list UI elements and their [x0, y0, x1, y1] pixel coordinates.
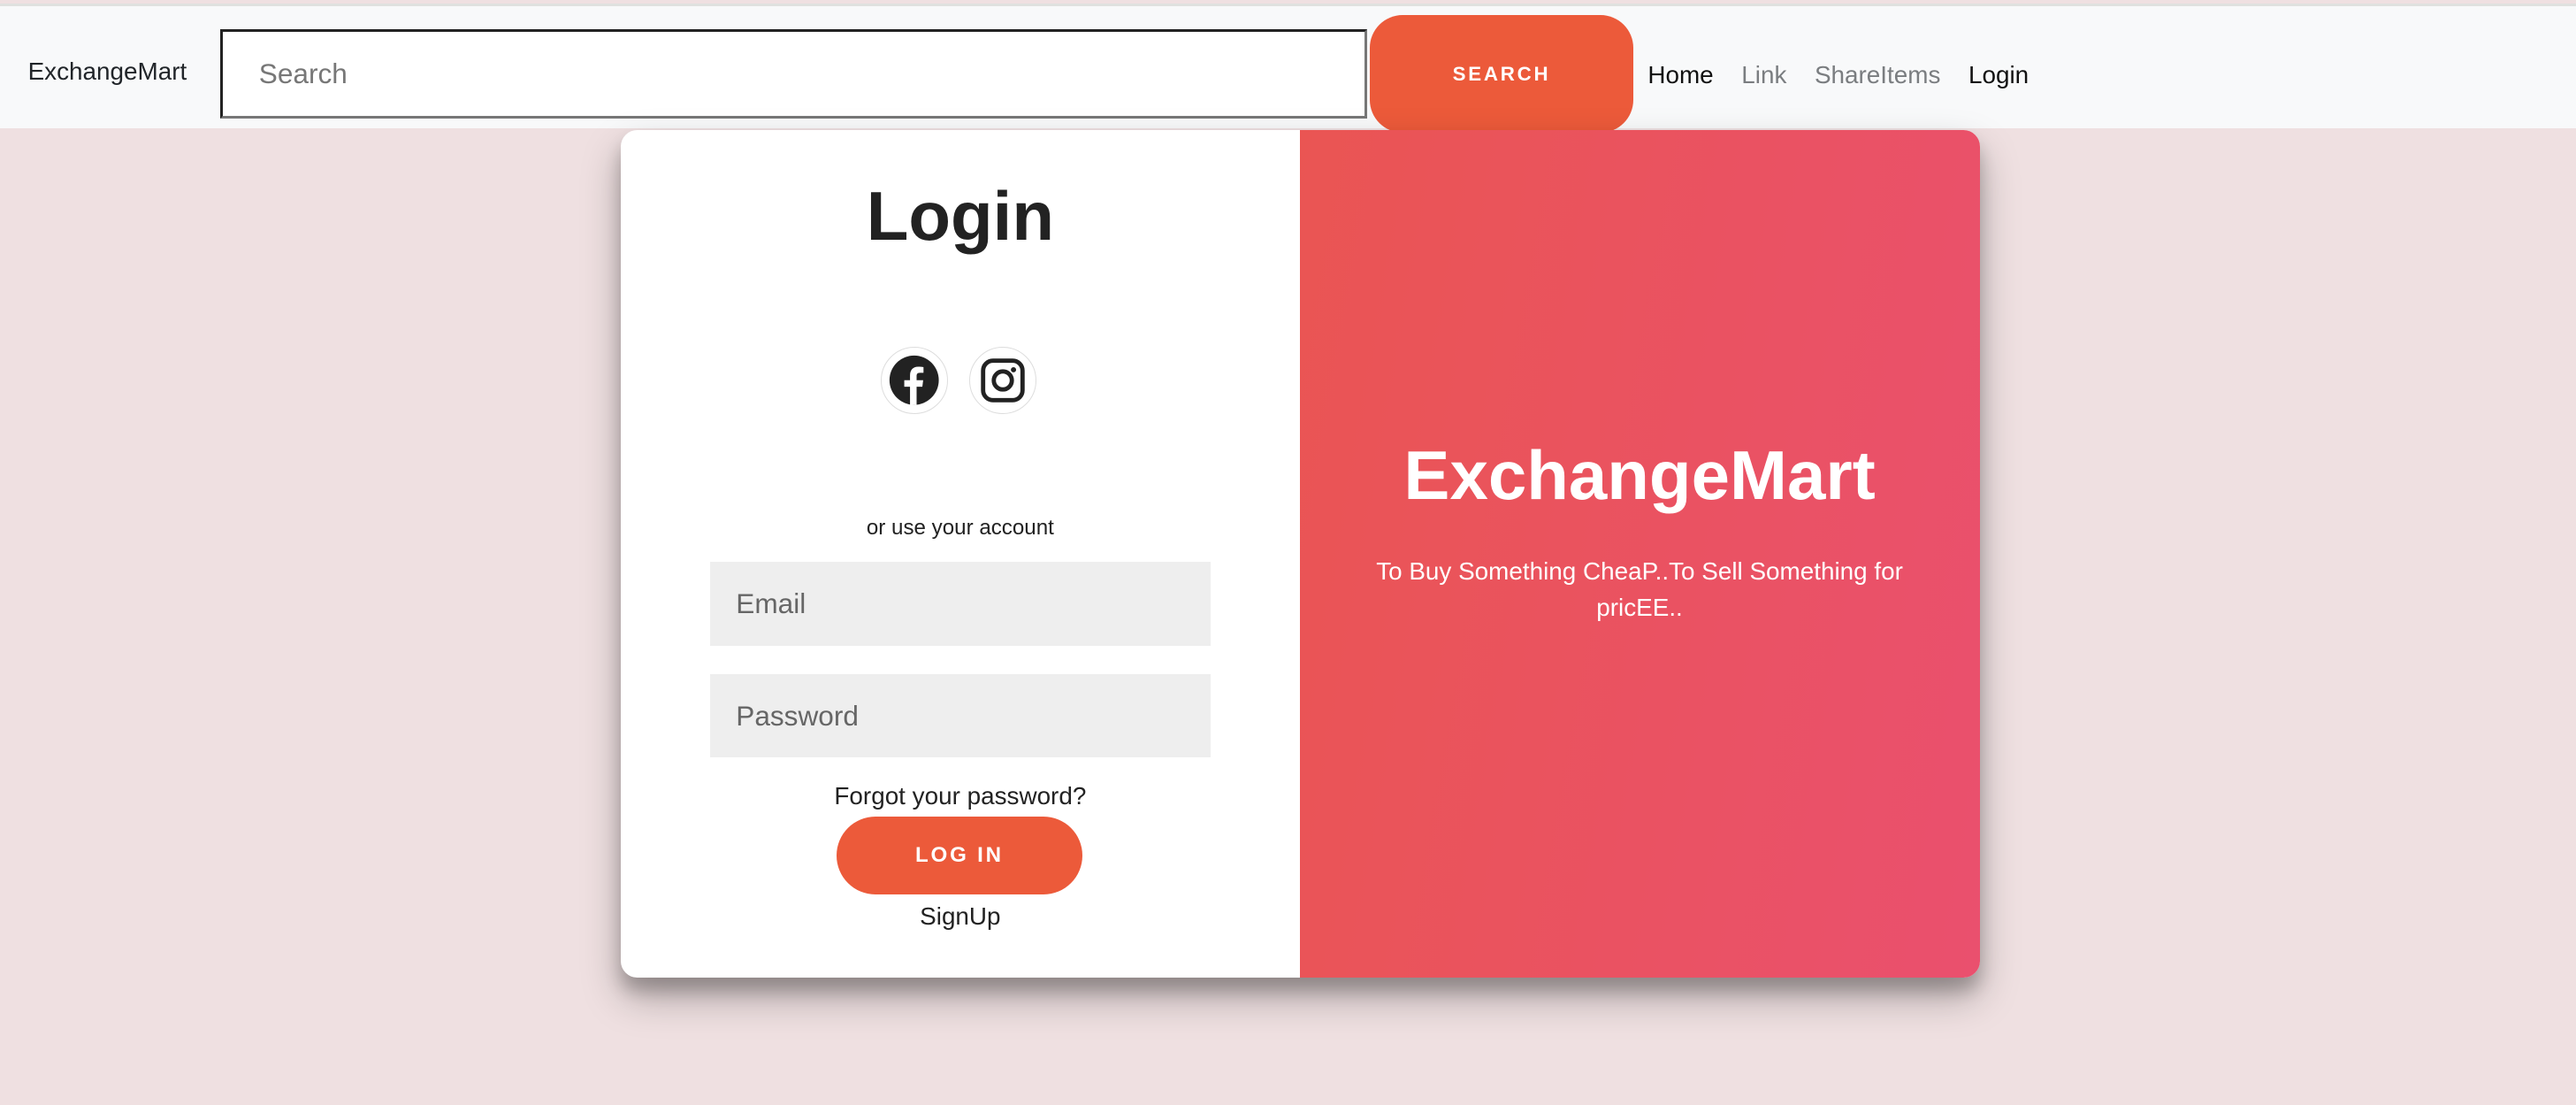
email-field[interactable]	[709, 562, 1212, 647]
alt-login-text: or use your account	[866, 516, 1054, 541]
nav-link-login[interactable]: Login	[1968, 61, 2029, 89]
promo-panel: ExchangeMart To Buy Something CheaP..To …	[1299, 129, 1980, 978]
promo-title: ExchangeMart	[1403, 436, 1876, 515]
password-field[interactable]	[709, 673, 1212, 758]
facebook-icon	[890, 356, 939, 405]
nav-link-shareitems[interactable]: ShareItems	[1815, 61, 1940, 89]
login-button[interactable]: LOG IN	[836, 817, 1083, 894]
signup-link[interactable]: SignUp	[621, 902, 1299, 931]
login-card: Login or use your account Forgot your pa…	[621, 129, 1980, 978]
instagram-button[interactable]	[969, 346, 1037, 415]
nav-link-home[interactable]: Home	[1647, 61, 1713, 89]
nav-link-link[interactable]: Link	[1741, 61, 1786, 89]
nav-links: Home Link ShareItems Login	[1647, 61, 2029, 89]
login-title: Login	[866, 176, 1055, 255]
login-form: Login or use your account Forgot your pa…	[621, 130, 1299, 978]
facebook-button[interactable]	[880, 346, 949, 415]
instagram-icon	[981, 358, 1025, 403]
navbar: ExchangeMart SEARCH Home Link ShareItems…	[0, 6, 2576, 134]
search-input[interactable]	[219, 29, 1368, 119]
promo-subtitle: To Buy Something CheaP..To Sell Somethin…	[1376, 557, 1903, 621]
forgot-password-link[interactable]: Forgot your password?	[621, 782, 1299, 810]
search-button[interactable]: SEARCH	[1370, 14, 1633, 134]
brand-link[interactable]: ExchangeMart	[28, 58, 187, 86]
